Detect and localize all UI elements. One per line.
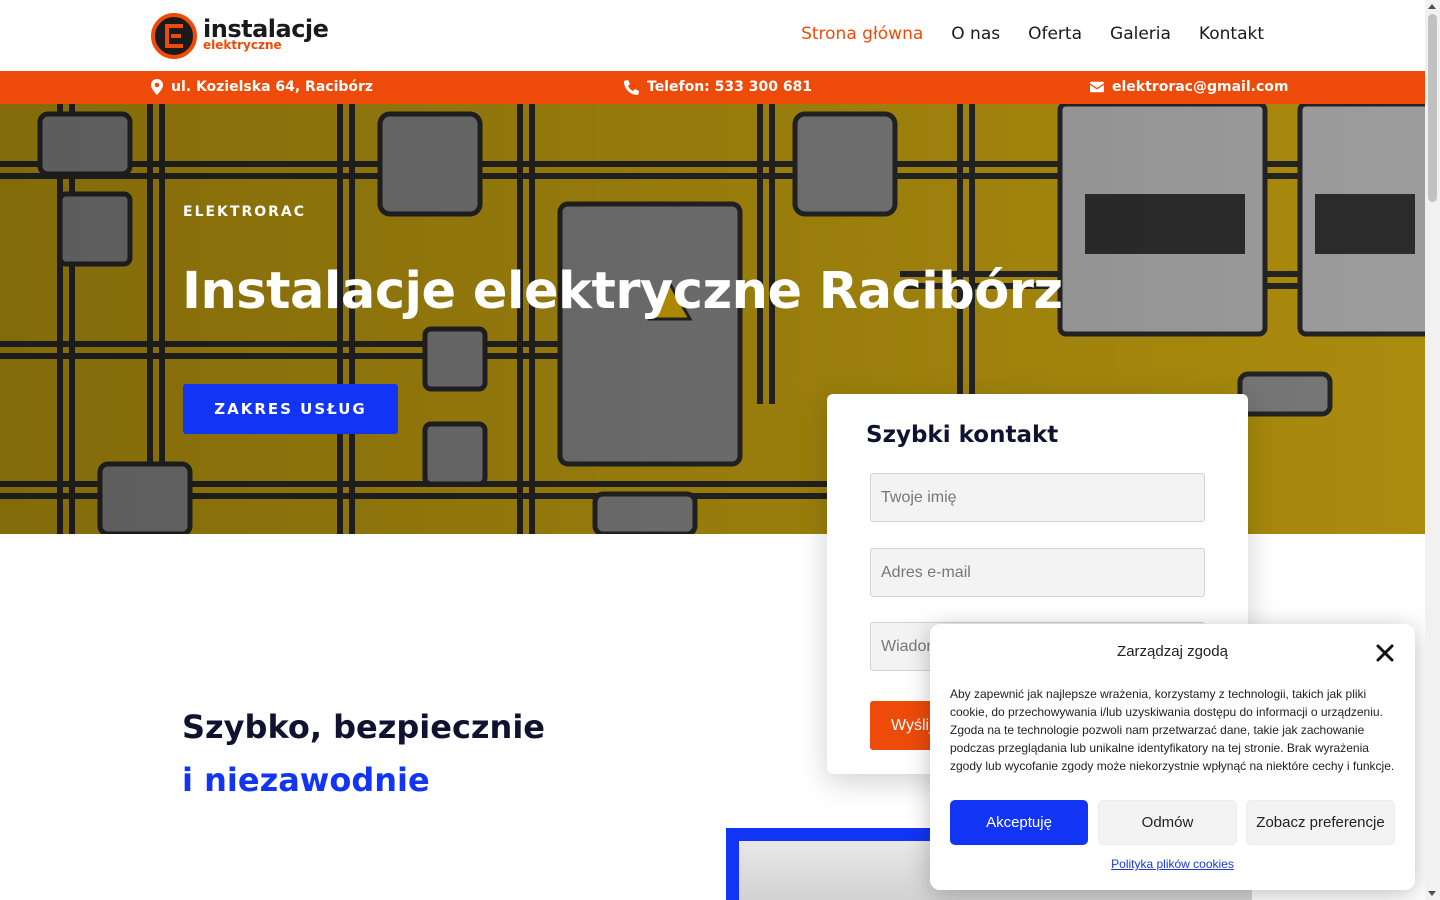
- email-info[interactable]: elektrorac@gmail.com: [1090, 79, 1288, 95]
- phone-icon: [624, 79, 639, 95]
- nav-item-home[interactable]: Strona główna: [801, 24, 923, 44]
- cookie-preferences-button[interactable]: Zobacz preferencje: [1246, 800, 1395, 845]
- nav-item-about[interactable]: O nas: [951, 24, 1000, 44]
- nav-item-gallery[interactable]: Galeria: [1110, 24, 1171, 44]
- contact-info-bar: ul. Kozielska 64, Racibórz Telefon: 533 …: [0, 71, 1425, 104]
- cookie-policy-link[interactable]: Polityka plików cookies: [930, 857, 1415, 871]
- services-button[interactable]: ZAKRES USŁUG: [183, 384, 398, 434]
- scroll-down-icon[interactable]: [1428, 891, 1436, 896]
- hero-title: Instalacje elektryczne Racibórz: [182, 262, 1063, 321]
- section-heading-line1: Szybko, bezpiecznie: [182, 708, 545, 746]
- scrollbar-thumb[interactable]: [1428, 14, 1437, 202]
- hero-eyebrow: ELEKTRORAC: [183, 204, 307, 220]
- nav-item-offer[interactable]: Oferta: [1028, 24, 1082, 44]
- section-heading-line2: i niezawodnie: [182, 761, 430, 799]
- envelope-icon: [1090, 81, 1104, 93]
- map-pin-icon: [151, 79, 163, 95]
- cookie-consent-dialog: Zarządzaj zgodą Aby zapewnić jak najleps…: [930, 624, 1415, 890]
- deny-cookies-button[interactable]: Odmów: [1098, 800, 1237, 845]
- main-nav: Strona główna O nas Oferta Galeria Konta…: [801, 24, 1264, 44]
- nav-item-contact[interactable]: Kontakt: [1199, 24, 1264, 44]
- page-scrollbar[interactable]: [1425, 0, 1440, 900]
- cookie-dialog-title: Zarządzaj zgodą: [1117, 643, 1228, 660]
- close-icon[interactable]: [1375, 643, 1395, 663]
- scroll-up-icon[interactable]: [1428, 4, 1436, 9]
- address-info: ul. Kozielska 64, Racibórz: [151, 79, 373, 95]
- address-text: ul. Kozielska 64, Racibórz: [171, 79, 374, 95]
- email-text: elektrorac@gmail.com: [1112, 79, 1289, 95]
- quick-contact-title: Szybki kontakt: [866, 422, 1059, 448]
- phone-text: Telefon: 533 300 681: [647, 79, 813, 95]
- logo-icon: [151, 13, 197, 59]
- cookie-dialog-text: Aby zapewnić jak najlepsze wrażenia, kor…: [950, 687, 1395, 773]
- site-logo[interactable]: instalacje elektryczne: [151, 13, 329, 59]
- name-field[interactable]: [870, 473, 1205, 522]
- site-header: instalacje elektryczne Strona główna O n…: [0, 0, 1425, 71]
- phone-info[interactable]: Telefon: 533 300 681: [624, 79, 812, 95]
- accept-cookies-button[interactable]: Akceptuję: [950, 800, 1088, 845]
- email-field[interactable]: [870, 548, 1205, 597]
